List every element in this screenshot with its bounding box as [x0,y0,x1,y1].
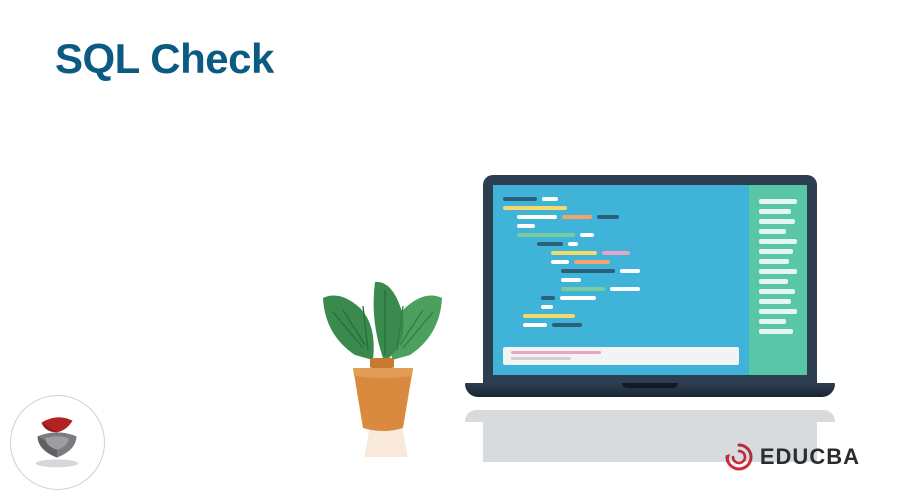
editor-footer-bar [503,347,739,365]
laptop-notch [622,383,678,388]
laptop-illustration [465,175,835,415]
hero-illustration [315,175,845,465]
code-editor-area [493,185,749,375]
laptop-screen [483,175,817,385]
sql-server-logo [10,395,105,490]
page-title: SQL Check [55,35,274,83]
plant-illustration [315,260,450,435]
reflection [315,410,845,465]
editor-sidebar [749,185,807,375]
database-icon [24,409,92,477]
